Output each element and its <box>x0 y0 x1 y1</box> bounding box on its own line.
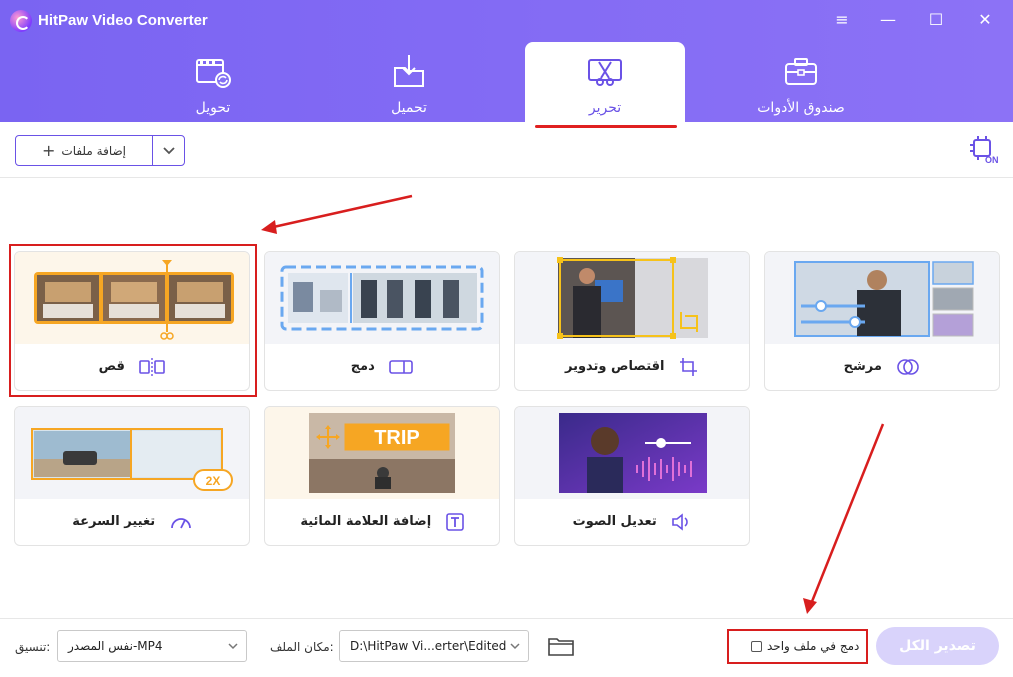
chevron-down-icon <box>228 643 238 650</box>
tab-edit-label: تحرير <box>588 100 622 116</box>
plus-icon: + <box>42 141 56 160</box>
menu-icon[interactable]: ≡ <box>832 10 852 30</box>
tool-merge-card[interactable]: دمج <box>264 251 500 391</box>
tool-filter-card[interactable]: مرشح <box>764 251 1000 391</box>
file-location-select[interactable]: D:\HitPaw Vi...erter\Edited <box>339 630 529 662</box>
trim-annotation-box <box>9 244 257 397</box>
edit-scissors-icon <box>588 59 622 86</box>
merge-icon <box>389 359 414 374</box>
hardware-acceleration-icon[interactable]: ON <box>968 134 998 164</box>
tool-filter-caption: مرشح <box>765 344 999 390</box>
chevron-down-icon[interactable] <box>153 136 185 165</box>
tool-crop-rotate-card[interactable]: اقتصاص وتدوير <box>514 251 750 391</box>
add-files-main[interactable]: + إضافة ملفات <box>16 136 152 165</box>
watermark-preview-image: TRIP <box>309 413 455 493</box>
watermark-thumbnail: TRIP <box>265 407 499 499</box>
speed-preview-image: 2X <box>31 428 233 491</box>
crop-rotate-preview-image <box>557 257 708 339</box>
maximize-icon[interactable]: ☐ <box>926 10 946 30</box>
add-files-button[interactable]: + إضافة ملفات <box>15 135 185 166</box>
tab-download-label: تحميل <box>391 100 427 116</box>
export-all-button[interactable]: تصدير الكل <box>876 627 999 665</box>
tool-merge-label: دمج <box>350 359 375 374</box>
watermark-sample-text: TRIP <box>374 427 420 449</box>
film-convert-icon <box>196 59 231 88</box>
tool-filter-label: مرشح <box>843 359 882 374</box>
open-folder-icon[interactable] <box>548 636 574 656</box>
title-and-nav-bar: HitPaw Video Converter ≡ — ☐ ✕ تحويل تحم… <box>0 0 1013 122</box>
add-files-label: إضافة ملفات <box>61 144 126 158</box>
merge-thumbnail <box>265 252 499 344</box>
speaker-icon <box>672 512 689 531</box>
format-select-value: نفس المصدر-MP4 <box>68 639 163 653</box>
chevron-down-icon <box>510 643 520 650</box>
tool-speed-label: تغيير السرعة <box>72 514 156 529</box>
crop-rotate-thumbnail <box>515 252 749 344</box>
format-select[interactable]: نفس المصدر-MP4 <box>57 630 247 662</box>
tool-audio-label: تعديل الصوت <box>572 514 657 529</box>
download-folder-icon <box>394 55 424 87</box>
format-label: تنسيق: <box>15 640 51 654</box>
tab-toolbox[interactable]: صندوق الأدوات <box>721 42 881 122</box>
annotation-arrow-to-merge-icon <box>803 423 885 614</box>
speed-thumbnail: 2X <box>15 407 249 499</box>
app-logo-icon <box>10 10 32 32</box>
svg-text:ON: ON <box>985 155 998 164</box>
toolbox-icon <box>785 58 817 85</box>
file-location-value: D:\HitPaw Vi...erter\Edited <box>350 639 507 653</box>
merge-into-one-file-option[interactable]: دمج في ملف واحد <box>727 629 868 664</box>
close-icon[interactable]: ✕ <box>975 10 995 30</box>
tab-convert-label: تحويل <box>195 100 231 116</box>
tool-audio-caption: تعديل الصوت <box>515 499 749 545</box>
merge-preview-image <box>280 265 484 331</box>
minimize-icon[interactable]: — <box>878 10 898 30</box>
crop-icon <box>680 357 698 376</box>
tab-convert[interactable]: تحويل <box>133 42 293 122</box>
tool-speed-card[interactable]: 2X تغيير السرعة <box>14 406 250 546</box>
merge-into-one-file-checkbox[interactable] <box>751 641 762 652</box>
file-location-label: مكان الملف: <box>270 640 334 654</box>
tab-toolbox-label: صندوق الأدوات <box>757 100 845 116</box>
annotation-arrow-to-trim-icon <box>261 194 413 234</box>
tab-download[interactable]: تحميل <box>329 42 489 122</box>
speed-badge-text: 2X <box>206 474 221 488</box>
merge-into-one-file-label: دمج في ملف واحد <box>767 639 860 653</box>
tool-watermark-card[interactable]: TRIP إضافة العلامة المائية <box>264 406 500 546</box>
tool-merge-caption: دمج <box>265 344 499 390</box>
tool-crop-rotate-label: اقتصاص وتدوير <box>564 359 665 374</box>
tab-edit[interactable]: تحرير <box>525 42 685 122</box>
filter-preview-image <box>794 261 974 337</box>
text-watermark-icon <box>445 512 464 531</box>
audio-thumbnail <box>515 407 749 499</box>
tool-watermark-label: إضافة العلامة المائية <box>300 514 432 529</box>
filter-thumbnail <box>765 252 999 344</box>
tool-audio-card[interactable]: تعديل الصوت <box>514 406 750 546</box>
tool-crop-rotate-caption: اقتصاص وتدوير <box>515 344 749 390</box>
tool-watermark-caption: إضافة العلامة المائية <box>265 499 499 545</box>
tool-speed-caption: تغيير السرعة <box>15 499 249 545</box>
toolbar: + إضافة ملفات <box>0 122 1013 178</box>
speedometer-icon <box>170 517 191 528</box>
filter-icon <box>897 358 920 375</box>
audio-preview-image <box>559 413 707 493</box>
app-title: HitPaw Video Converter <box>38 12 208 29</box>
